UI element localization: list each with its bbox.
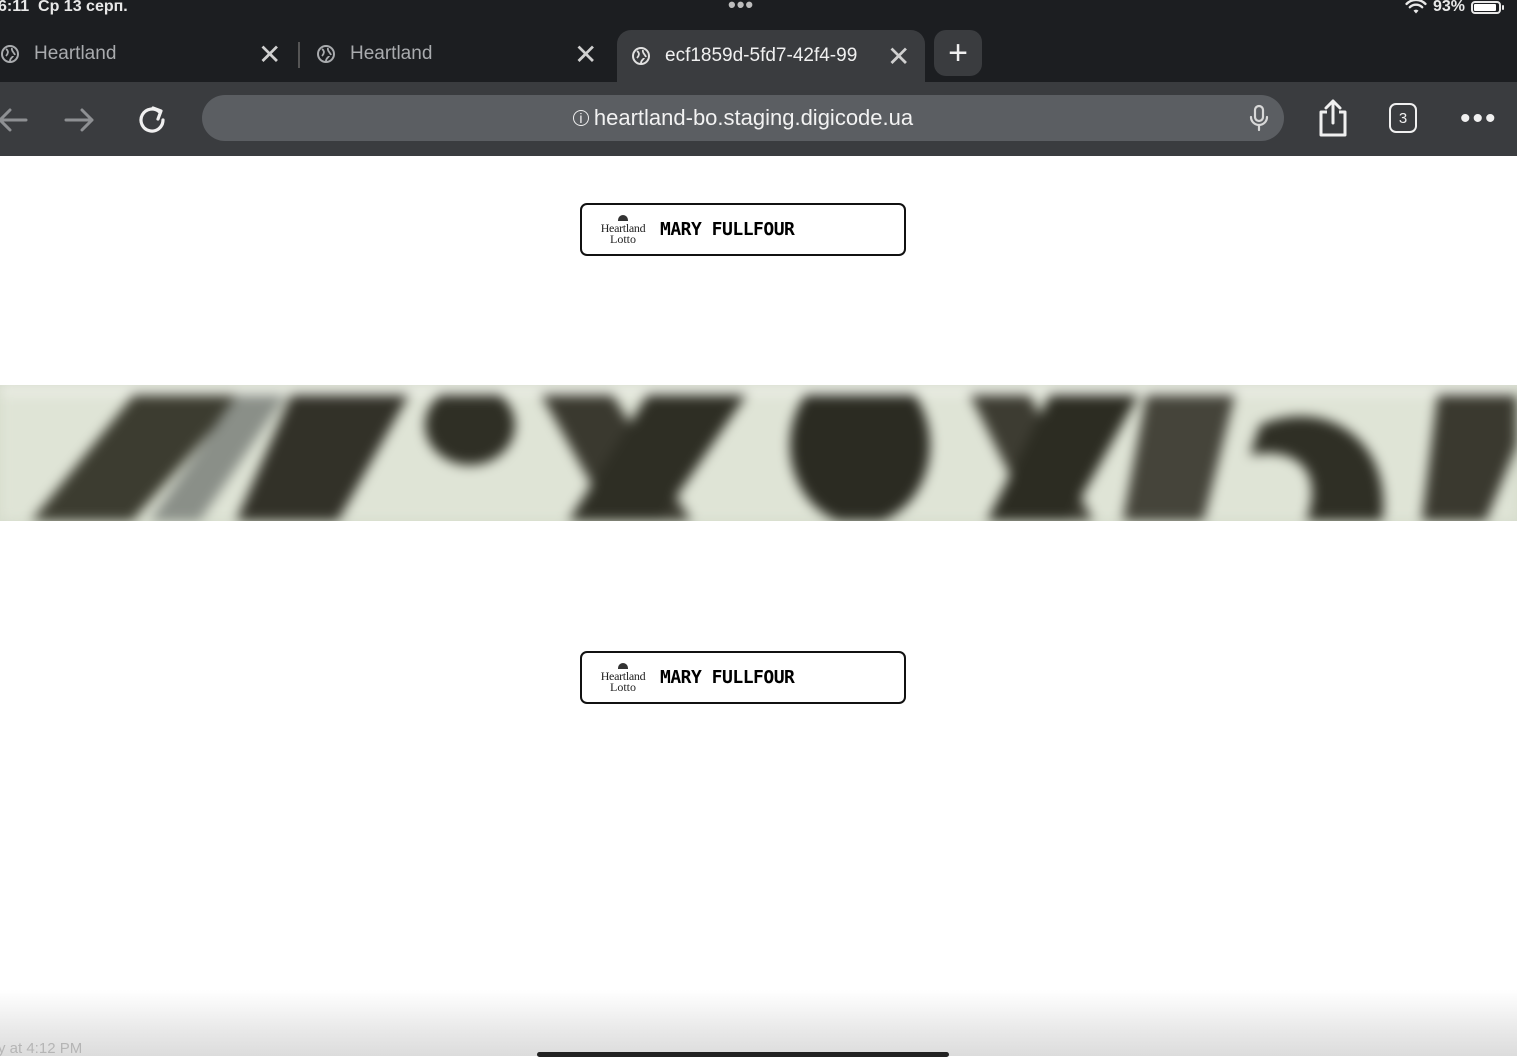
badge-name: MARY FULLFOUR bbox=[660, 667, 795, 688]
close-tab-icon[interactable]: ✕ bbox=[258, 38, 281, 71]
heartland-lotto-logo: Heartland Lotto bbox=[590, 656, 656, 700]
back-button[interactable] bbox=[0, 100, 32, 140]
logo-line-2: Lotto bbox=[610, 679, 636, 694]
home-indicator[interactable] bbox=[537, 1052, 949, 1057]
arrow-left-icon bbox=[0, 108, 28, 132]
browser-toolbar: i heartland-bo.staging.digicode.ua 3 ••• bbox=[0, 82, 1517, 156]
status-bar: 6:11 Ср 13 серп. ••• 93% bbox=[0, 0, 1517, 26]
tab-overview-button[interactable]: 3 bbox=[1389, 103, 1417, 133]
tab-bar: Heartland ✕ Heartland ✕ ecf1859d-5fd7-42… bbox=[0, 26, 1517, 82]
globe-icon bbox=[316, 44, 336, 64]
tab-count: 3 bbox=[1398, 109, 1408, 127]
screenshot-caption: y at 4:12 PM bbox=[0, 1040, 83, 1057]
tab-title: Heartland bbox=[34, 43, 117, 64]
url-text: heartland-bo.staging.digicode.ua bbox=[593, 105, 914, 130]
microphone-button[interactable] bbox=[1248, 104, 1270, 139]
share-icon bbox=[1319, 99, 1347, 137]
tab-divider bbox=[298, 42, 300, 68]
tab-title: Heartland bbox=[350, 43, 433, 64]
battery-icon bbox=[1471, 0, 1504, 14]
status-time: 6:11 Ср 13 серп. bbox=[0, 0, 128, 15]
name-badge: Heartland Lotto MARY FULLFOUR bbox=[580, 203, 906, 256]
microphone-icon bbox=[1249, 104, 1269, 132]
heartland-lotto-logo: Heartland Lotto bbox=[590, 208, 656, 252]
badge-name: MARY FULLFOUR bbox=[660, 219, 795, 240]
reload-icon bbox=[139, 106, 165, 133]
blurred-image-strip bbox=[0, 385, 1517, 521]
plus-icon: + bbox=[948, 33, 968, 72]
name-badge: Heartland Lotto MARY FULLFOUR bbox=[580, 651, 906, 704]
close-tab-icon[interactable]: ✕ bbox=[574, 38, 597, 71]
battery-percent: 93% bbox=[1432, 0, 1465, 15]
reload-button[interactable] bbox=[132, 100, 172, 140]
status-date: Ср 13 серп. bbox=[38, 0, 128, 15]
globe-icon bbox=[631, 46, 651, 66]
info-icon[interactable]: i bbox=[572, 110, 589, 126]
globe-icon bbox=[0, 44, 20, 64]
forward-button[interactable] bbox=[60, 100, 100, 140]
more-menu-icon[interactable]: ••• bbox=[1460, 102, 1498, 136]
tab-heartland-2[interactable]: Heartland ✕ bbox=[316, 30, 616, 78]
tab-active[interactable]: ecf1859d-5fd7-42f4-99 ✕ bbox=[617, 30, 925, 82]
tab-heartland-1[interactable]: Heartland ✕ bbox=[0, 30, 300, 78]
bottom-overlay bbox=[0, 990, 1517, 1056]
address-bar[interactable]: i heartland-bo.staging.digicode.ua bbox=[202, 95, 1284, 141]
new-tab-button[interactable]: + bbox=[934, 30, 982, 76]
multitasking-dots-icon[interactable]: ••• bbox=[728, 0, 754, 18]
wifi-icon bbox=[1405, 0, 1427, 14]
logo-mark bbox=[618, 214, 628, 221]
close-tab-icon[interactable]: ✕ bbox=[887, 40, 910, 73]
arrow-right-icon bbox=[64, 108, 94, 132]
status-right: 93% bbox=[1405, 0, 1504, 16]
share-button[interactable] bbox=[1316, 98, 1350, 143]
logo-mark bbox=[618, 662, 628, 669]
logo-line-2: Lotto bbox=[610, 231, 636, 246]
tab-title: ecf1859d-5fd7-42f4-99 bbox=[665, 45, 858, 66]
